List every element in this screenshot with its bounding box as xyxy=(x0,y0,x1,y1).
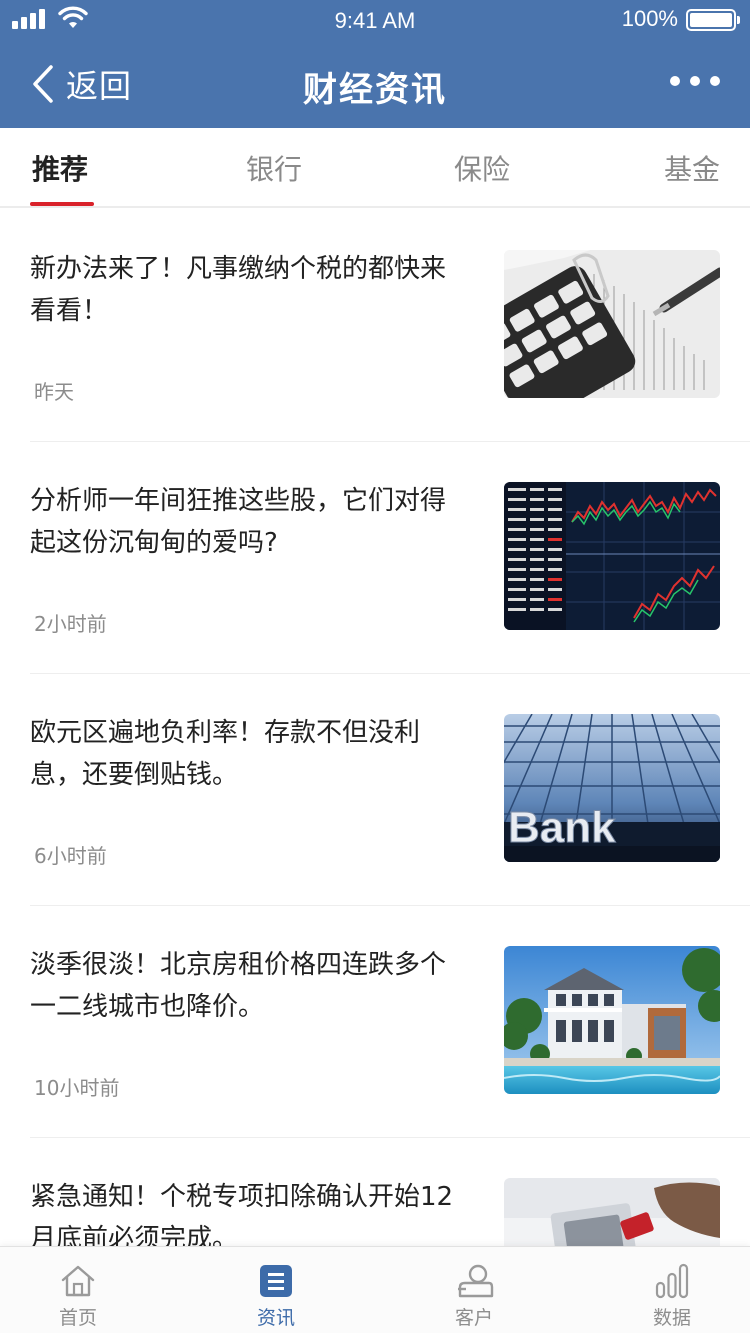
battery-icon xyxy=(686,9,740,31)
tab-insurance[interactable]: 保险 xyxy=(454,150,510,190)
stock-chart-screen-photo xyxy=(504,482,720,630)
tabbar-label: 资讯 xyxy=(256,1307,295,1329)
news-time: 昨天 xyxy=(34,380,74,404)
active-tab-indicator xyxy=(30,202,94,206)
tabbar-label: 首页 xyxy=(58,1307,97,1329)
tabbar-item-customer[interactable]: 客户 xyxy=(414,1247,534,1333)
news-list: 新办法来了！凡事缴纳个税的都快来看看！ 昨天 分析师一年间狂推这些股，它们对得起… xyxy=(0,210,750,1246)
news-title: 新办法来了！凡事缴纳个税的都快来看看！ xyxy=(30,254,447,326)
news-icon xyxy=(260,1265,292,1297)
news-item[interactable]: 分析师一年间狂推这些股，它们对得起这份沉甸甸的爱吗? 2小时前 xyxy=(30,442,750,674)
hand-stamp-photo xyxy=(504,1178,720,1246)
news-time: 6小时前 xyxy=(34,844,107,868)
more-dots-icon[interactable] xyxy=(670,76,720,86)
tab-bank[interactable]: 银行 xyxy=(246,150,302,190)
tabbar-item-data[interactable]: 数据 xyxy=(612,1247,732,1333)
tabbar-item-home[interactable]: 首页 xyxy=(18,1247,138,1333)
news-item[interactable]: 紧急通知！个税专项扣除确认开始12月底前必须完成。 xyxy=(30,1138,750,1246)
category-tabs: 推荐 银行 保险 基金 xyxy=(0,128,750,208)
news-item[interactable]: 欧元区遍地负利率！存款不但没利息，还要倒贴钱。 6小时前 Bank xyxy=(30,674,750,906)
tab-recommended[interactable]: 推荐 xyxy=(32,150,88,190)
status-bar: 9:41 AM 100% xyxy=(0,0,750,40)
app-header: 9:41 AM 100% 返回 财经资讯 xyxy=(0,0,750,128)
navigation-bar: 返回 财经资讯 xyxy=(0,40,750,128)
tab-fund[interactable]: 基金 xyxy=(664,150,720,190)
house-pool-photo xyxy=(504,946,720,1094)
calculator-pen-photo xyxy=(504,250,720,398)
news-time: 2小时前 xyxy=(34,612,107,636)
home-icon xyxy=(61,1265,95,1297)
news-title: 欧元区遍地负利率！存款不但没利息，还要倒贴钱。 xyxy=(30,718,421,790)
news-item[interactable]: 新办法来了！凡事缴纳个税的都快来看看！ 昨天 xyxy=(30,210,750,442)
tabbar-item-news[interactable]: 资讯 xyxy=(216,1247,336,1333)
data-chart-icon xyxy=(655,1263,689,1299)
tabbar-label: 客户 xyxy=(454,1307,493,1329)
bottom-tab-bar: 首页 资讯 客户 数据 xyxy=(0,1246,750,1333)
news-time: 10小时前 xyxy=(34,1076,120,1100)
news-title: 紧急通知！个税专项扣除确认开始12月底前必须完成。 xyxy=(30,1182,454,1246)
battery-percentage: 100% xyxy=(621,6,678,31)
customer-icon xyxy=(458,1264,494,1298)
news-title: 分析师一年间狂推这些股，它们对得起这份沉甸甸的爱吗? xyxy=(30,486,447,558)
news-item[interactable]: 淡季很淡！北京房租价格四连跌多个一二线城市也降价。 10小时前 xyxy=(30,906,750,1138)
page-title: 财经资讯 xyxy=(303,70,447,110)
news-title: 淡季很淡！北京房租价格四连跌多个一二线城市也降价。 xyxy=(30,950,447,1022)
tabbar-label: 数据 xyxy=(652,1307,691,1329)
bank-building-photo: Bank xyxy=(504,714,720,862)
svg-text:Bank: Bank xyxy=(508,803,616,852)
